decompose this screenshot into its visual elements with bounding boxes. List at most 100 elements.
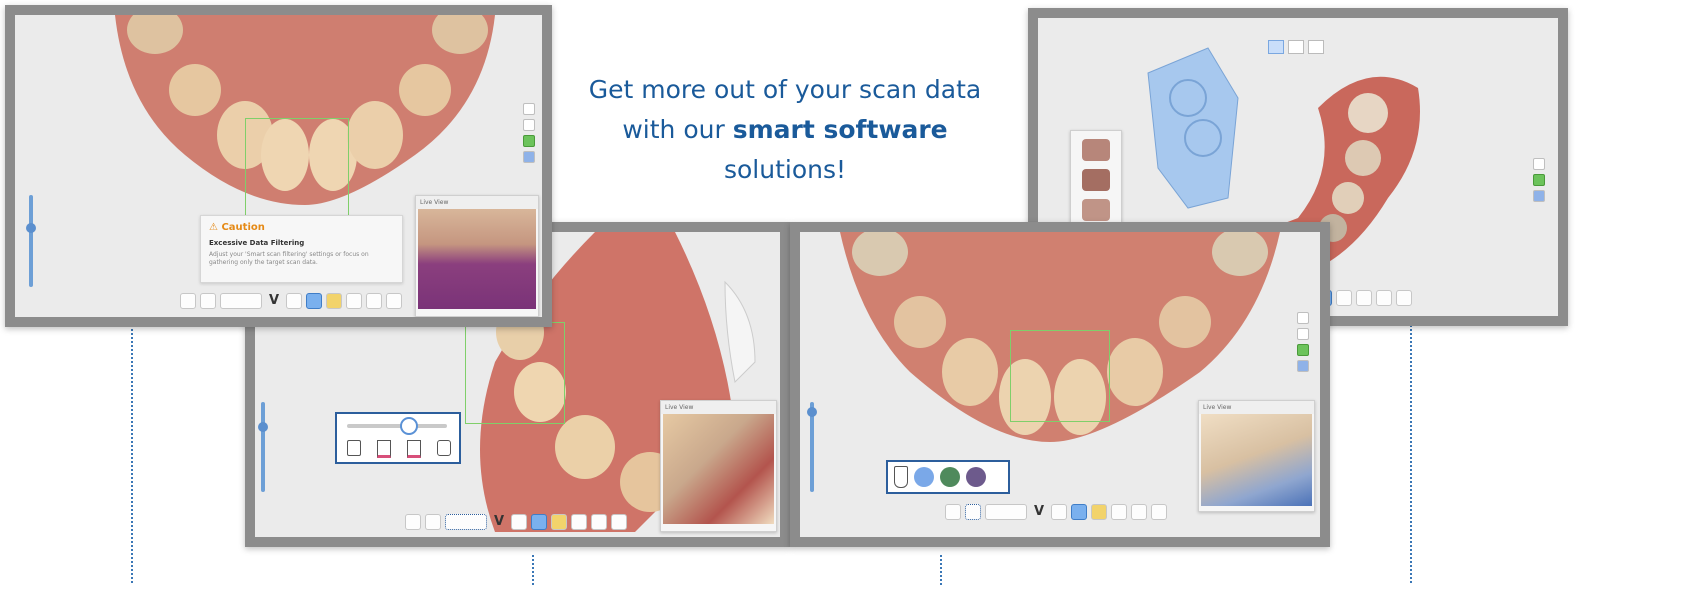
tool-button[interactable] <box>180 293 196 309</box>
tool-button[interactable] <box>366 293 382 309</box>
caution-subtitle: Excessive Data Filtering <box>209 239 305 247</box>
live-view-image <box>663 414 774 524</box>
shade-option-purple[interactable] <box>966 467 986 487</box>
shade-option-green[interactable] <box>940 467 960 487</box>
filter-callout <box>335 412 461 464</box>
shade-option-blue[interactable] <box>914 467 934 487</box>
shade-callout <box>886 460 1010 494</box>
screenshot-bottom-right: Live View V <box>790 222 1330 547</box>
filter-tool-button[interactable] <box>445 514 487 530</box>
brush-icon[interactable] <box>894 466 908 488</box>
tool-button[interactable] <box>405 514 421 530</box>
side-toolbar <box>523 103 535 163</box>
filter-slider-knob[interactable] <box>400 417 418 435</box>
side-tool[interactable] <box>1533 158 1545 170</box>
side-tool-color[interactable] <box>523 135 535 147</box>
screenshot-top-left: ⚠ Caution Excessive Data Filtering Adjus… <box>5 5 552 327</box>
connector-line-left <box>131 318 133 583</box>
tool-button[interactable] <box>1356 290 1372 306</box>
v-icon[interactable]: V <box>1031 504 1047 520</box>
headline-line2: with our smart software solutions! <box>622 115 948 184</box>
headline-bold: smart software <box>732 115 948 144</box>
live-view-window: Live View <box>1198 400 1315 512</box>
caution-dialog: ⚠ Caution Excessive Data Filtering Adjus… <box>200 215 403 283</box>
scan-area-box <box>1010 330 1110 422</box>
caution-message: Adjust your 'Smart scan filtering' setti… <box>209 251 369 266</box>
slider-knob[interactable] <box>807 407 817 417</box>
tool-button[interactable] <box>511 514 527 530</box>
filter-tool-button[interactable] <box>220 293 262 309</box>
tool-button-selected[interactable] <box>1071 504 1087 520</box>
tool-button[interactable] <box>1091 504 1107 520</box>
side-tool-color[interactable] <box>1297 344 1309 356</box>
tool-button-selected[interactable] <box>531 514 547 530</box>
scan-viewport[interactable]: ⚠ Caution Excessive Data Filtering Adjus… <box>15 15 542 317</box>
tool-button[interactable] <box>1111 504 1127 520</box>
connector-line-mid-left <box>532 555 534 585</box>
thumbnail-lower-jaw[interactable] <box>1082 169 1110 191</box>
filter-level-2-icon[interactable] <box>407 440 421 458</box>
live-view-title: Live View <box>661 401 776 414</box>
tool-button[interactable] <box>611 514 627 530</box>
filter-level-3-icon[interactable] <box>437 440 451 456</box>
bottom-toolbar: V <box>945 504 1167 520</box>
tool-button[interactable] <box>551 514 567 530</box>
side-tool[interactable] <box>523 151 535 163</box>
tool-button[interactable] <box>1396 290 1412 306</box>
scan-area-box <box>245 118 349 225</box>
caution-title: ⚠ Caution <box>209 222 265 233</box>
vertical-slider[interactable] <box>807 402 817 492</box>
filter-off-icon[interactable] <box>347 440 361 456</box>
filter-level-1-icon[interactable] <box>377 440 391 458</box>
tool-button[interactable] <box>346 293 362 309</box>
v-icon[interactable]: V <box>491 514 507 530</box>
headline: Get more out of your scan data with our … <box>560 70 1010 190</box>
side-tool[interactable] <box>1297 360 1309 372</box>
side-tool[interactable] <box>1533 190 1545 202</box>
live-view-image <box>418 209 536 309</box>
tool-button[interactable] <box>200 293 216 309</box>
tool-button[interactable] <box>1151 504 1167 520</box>
tool-button[interactable] <box>1376 290 1392 306</box>
tool-button[interactable] <box>571 514 587 530</box>
scan-viewport[interactable]: Live View V <box>800 232 1320 537</box>
tool-button[interactable] <box>1336 290 1352 306</box>
slider-knob[interactable] <box>26 223 36 233</box>
slider-knob[interactable] <box>258 422 268 432</box>
live-view-title: Live View <box>416 196 538 209</box>
tool-button[interactable] <box>425 514 441 530</box>
side-tool[interactable] <box>523 119 535 131</box>
filter-slider-track[interactable] <box>347 424 447 428</box>
tool-button[interactable] <box>326 293 342 309</box>
connector-line-right <box>1410 318 1412 583</box>
thumbnail-upper-jaw[interactable] <box>1082 139 1110 161</box>
tool-button[interactable] <box>945 504 961 520</box>
scan-area-box <box>465 322 565 424</box>
shade-options <box>894 466 986 488</box>
tool-button[interactable] <box>386 293 402 309</box>
filter-options <box>347 440 451 458</box>
live-view-window: Live View <box>660 400 777 532</box>
headline-line1: Get more out of your scan data <box>588 75 982 104</box>
bottom-toolbar: V <box>180 293 402 309</box>
tool-button[interactable] <box>1131 504 1147 520</box>
thumbnail-occlusion[interactable] <box>1082 199 1110 221</box>
live-view-title: Live View <box>1199 401 1314 414</box>
vertical-slider[interactable] <box>26 195 36 287</box>
connector-line-mid-right <box>940 555 942 585</box>
bottom-toolbar: V <box>405 514 627 530</box>
tool-button[interactable] <box>1051 504 1067 520</box>
live-view-window: Live View <box>415 195 539 317</box>
v-icon[interactable]: V <box>266 293 282 309</box>
vertical-slider[interactable] <box>258 402 268 492</box>
side-tool[interactable] <box>1297 312 1309 324</box>
tool-button[interactable] <box>591 514 607 530</box>
live-view-image <box>1201 414 1312 506</box>
tool-button[interactable] <box>985 504 1027 520</box>
side-tool-color[interactable] <box>1533 174 1545 186</box>
tool-button-selected[interactable] <box>306 293 322 309</box>
tool-button[interactable] <box>286 293 302 309</box>
side-tool[interactable] <box>523 103 535 115</box>
shade-tool-button[interactable] <box>965 504 981 520</box>
side-tool[interactable] <box>1297 328 1309 340</box>
